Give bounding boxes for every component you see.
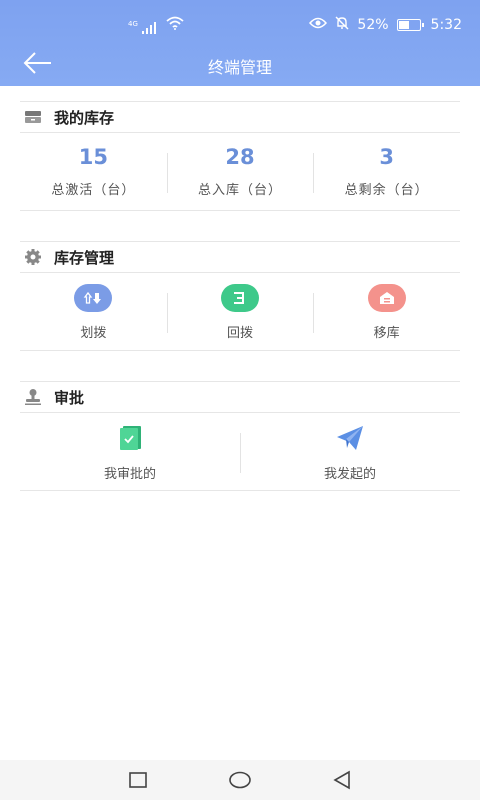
my-initiated-button[interactable]: 我发起的: [240, 413, 460, 490]
inventory-stats: 15 总激活（台） 28 总入库（台） 3 总剩余（台）: [20, 133, 460, 211]
page-title: 终端管理: [207, 58, 272, 77]
stat-label: 总剩余（台）: [344, 183, 429, 198]
wifi-icon: [166, 16, 184, 34]
battery-percent: 52%: [357, 17, 389, 33]
my-approvals-button[interactable]: 我审批的: [20, 413, 240, 490]
recents-button[interactable]: [128, 770, 148, 790]
back-nav-button[interactable]: [332, 770, 352, 790]
transfer-icon: [74, 284, 113, 312]
inventory-section: 我的库存 15 总激活（台） 28 总入库（台） 3 总剩余（台）: [20, 101, 460, 211]
transfer-label: 划拨: [80, 326, 107, 341]
network-type: 4G: [128, 20, 138, 28]
status-right: 52% 5:32: [309, 16, 462, 34]
circle-icon: [229, 771, 251, 789]
gear-icon: [22, 248, 44, 266]
nav-bar: 终端管理: [0, 52, 480, 86]
stat-total-remaining[interactable]: 3 总剩余（台）: [313, 133, 460, 210]
square-icon: [129, 772, 147, 788]
clock: 5:32: [430, 17, 462, 33]
stat-label: 总激活（台）: [51, 183, 136, 198]
system-nav-bar: [0, 760, 480, 800]
stat-total-activated[interactable]: 15 总激活（台）: [20, 133, 167, 210]
approval-header: 审批: [20, 381, 460, 413]
approve-doc-icon: [115, 423, 145, 453]
stamp-icon: [22, 388, 44, 406]
my-approvals-label: 我审批的: [103, 467, 156, 482]
triangle-back-icon: [333, 770, 350, 790]
inventory-title: 我的库存: [54, 108, 115, 127]
stat-label: 总入库（台）: [198, 183, 283, 198]
management-actions: 划拨 回拨 移库: [20, 273, 460, 351]
management-title: 库存管理: [54, 248, 115, 267]
callback-label: 回拨: [227, 326, 254, 341]
stat-value: 15: [78, 145, 108, 169]
app-header: 4G 52% 5:32 终端管理: [0, 0, 480, 86]
transfer-button[interactable]: 划拨: [20, 273, 167, 350]
stat-value: 28: [225, 145, 255, 169]
approval-items: 我审批的 我发起的: [20, 413, 460, 491]
management-header: 库存管理: [20, 241, 460, 273]
eye-icon: [309, 17, 328, 33]
warehouse-move-label: 移库: [373, 326, 400, 341]
approval-section: 审批 我审批的 我发起的: [20, 381, 460, 491]
warehouse-move-button[interactable]: 移库: [313, 273, 460, 350]
paper-plane-icon: [335, 423, 365, 453]
approval-title: 审批: [54, 388, 85, 407]
status-left: 4G: [128, 16, 184, 34]
callback-button[interactable]: 回拨: [166, 273, 314, 350]
my-initiated-label: 我发起的: [323, 467, 376, 482]
stat-total-stocked[interactable]: 28 总入库（台）: [166, 133, 314, 210]
callback-icon: [221, 284, 259, 312]
battery-icon: [396, 19, 424, 31]
status-bar: 4G 52% 5:32: [0, 0, 480, 52]
signal-icon: [141, 22, 156, 34]
management-section: 库存管理 划拨 回拨 移库: [20, 241, 460, 351]
stat-value: 3: [379, 145, 394, 169]
mute-bell-icon: [335, 16, 349, 34]
inventory-header: 我的库存: [20, 101, 460, 133]
inventory-icon: [22, 108, 44, 126]
home-button[interactable]: [228, 770, 252, 790]
warehouse-icon: [367, 284, 406, 312]
